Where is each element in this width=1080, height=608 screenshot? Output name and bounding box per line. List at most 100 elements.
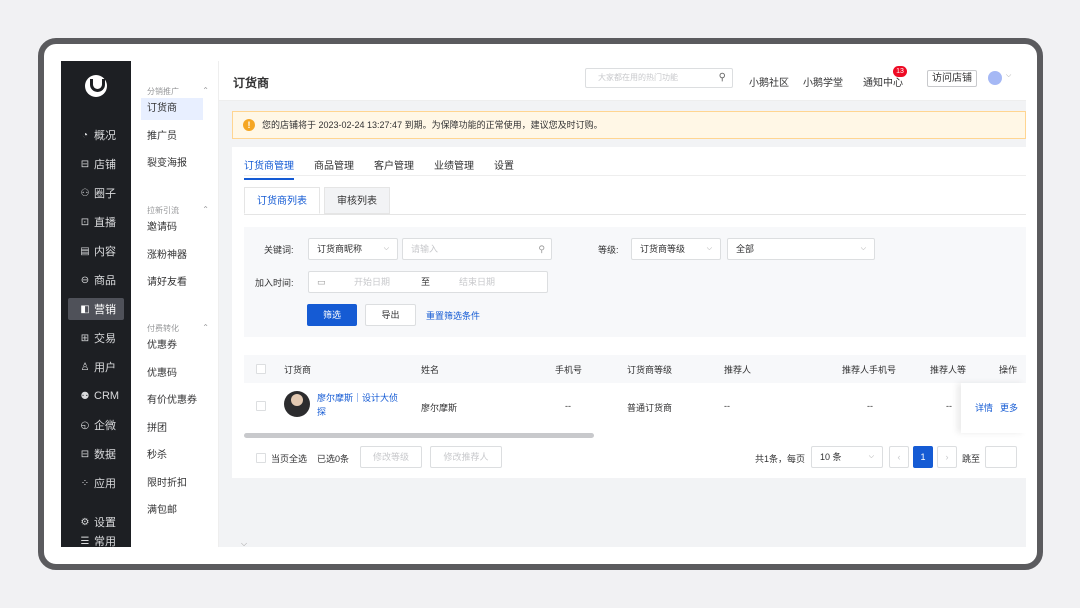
subnav-item[interactable]: 优惠券 [141, 335, 203, 357]
total-count: 共1条，每页 [755, 454, 806, 464]
subnav-item[interactable]: 邀请码 [141, 217, 203, 239]
nav-icon: ⚉ [80, 390, 90, 402]
col-level: 订货商等级 [627, 365, 673, 375]
nav-item-6[interactable]: ◧ 营销 [68, 298, 124, 320]
details-link[interactable]: 详情 [975, 401, 993, 414]
tab-settings[interactable]: 设置 [494, 157, 514, 180]
nav-item-1[interactable]: ⊟ 店铺 [68, 153, 124, 175]
nav-icon: ◵ [80, 419, 90, 431]
cell-referrer: -- [724, 401, 730, 411]
visit-store-button[interactable]: 访问店铺 [927, 70, 977, 87]
page-1-button[interactable]: 1 [913, 446, 933, 468]
app-screen: ◔ 概况 ⊟ 店铺 ⚇ 圈子 ⊡ 直播 ▤ 内容 ⊖ 商品 ◧ 营销 ⊞ 交易 ♙ 用户 ⚉ CRM ◵ 企微 ⊟ 数据 ⁘ 应用… [61, 61, 1026, 547]
chevron-up-icon: ⌃ [202, 205, 209, 214]
subnav-item[interactable]: 裂变海报 [141, 153, 203, 175]
subnav-group-label: 分销推广 [147, 87, 179, 96]
col-phone: 手机号 [555, 365, 583, 375]
nav-label: 企微 [94, 420, 116, 432]
nav-icon: ⊟ [80, 158, 90, 170]
subnav-item[interactable]: 请好友看 [141, 272, 203, 294]
join-time-label: 加入时间: [255, 278, 294, 288]
subnav-item[interactable]: 秒杀 [141, 445, 203, 467]
chevron-up-icon: ⌃ [202, 323, 209, 332]
start-date-placeholder: 开始日期 [354, 277, 391, 287]
page-select-all-checkbox[interactable] [256, 453, 266, 463]
search-icon[interactable]: ⚲ [719, 69, 726, 87]
nav-item-2[interactable]: ⚇ 圈子 [68, 182, 124, 204]
export-button[interactable]: 导出 [365, 304, 416, 326]
row-checkbox[interactable] [256, 401, 266, 411]
nav-label: CRM [94, 390, 120, 402]
nav-icon: ☰ [80, 535, 90, 547]
warning-icon: ! [243, 119, 255, 131]
distributor-name-link[interactable]: 廖尔摩斯｜设计大侦 探 [317, 391, 398, 419]
nav-item-5[interactable]: ⊖ 商品 [68, 269, 124, 291]
nav-item-3[interactable]: ⊡ 直播 [68, 211, 124, 233]
filter-panel: 关键词: 订货商昵称 ⌵ 请输入 ⚲ 等级: 订货商等级 ⌵ 全部 ⌵ 加入时间: ▭ … [244, 227, 1026, 337]
cell-referrer-phone: -- [867, 401, 873, 411]
subnav-item[interactable]: 推广员 [141, 126, 203, 148]
tab-review-list[interactable]: 审核列表 [324, 187, 390, 214]
table-footer: 当页全选 已选0条 修改等级 修改推荐人 共1条，每页 10 条 ⌵ ‹ 1 › … [244, 443, 1026, 473]
tab-performance-management[interactable]: 业绩管理 [434, 157, 474, 180]
subnav-group-0[interactable]: 分销推广 ⌃ [147, 86, 209, 97]
search-input[interactable]: 大家都在用的热门功能 ⚲ [585, 68, 733, 88]
nav-item-14[interactable]: ☰ 常用 [68, 530, 124, 548]
nav-label: 用户 [94, 362, 116, 374]
nav-item-11[interactable]: ⊟ 数据 [68, 443, 124, 465]
nav-item-12[interactable]: ⁘ 应用 [68, 472, 124, 494]
filter-button[interactable]: 筛选 [307, 304, 357, 326]
tab-distributor-management[interactable]: 订货商管理 [244, 157, 294, 180]
avatar[interactable] [988, 71, 1002, 85]
reset-filters-link[interactable]: 重置筛选条件 [426, 309, 480, 322]
jump-page-input[interactable] [985, 446, 1017, 468]
chevron-down-icon[interactable]: ⌵ [1006, 72, 1011, 80]
keyword-input[interactable]: 请输入 ⚲ [402, 238, 552, 260]
tab-product-management[interactable]: 商品管理 [314, 157, 354, 180]
subnav-group-1[interactable]: 拉新引流 ⌃ [147, 205, 209, 216]
keyword-type-value: 订货商昵称 [317, 244, 363, 254]
subnav-item[interactable]: 涨粉神器 [141, 245, 203, 267]
search-icon[interactable]: ⚲ [538, 239, 545, 259]
subnav-item[interactable]: 限时折扣 [141, 473, 203, 495]
chevron-down-icon[interactable]: ⌵ [241, 539, 247, 547]
select-all-checkbox[interactable] [256, 364, 266, 374]
subnav-item[interactable]: 有价优惠券 [141, 390, 203, 412]
prev-page-button[interactable]: ‹ [889, 446, 909, 468]
date-range-picker[interactable]: ▭ 开始日期 至 结束日期 [308, 271, 548, 293]
horizontal-scrollbar[interactable] [244, 433, 594, 438]
cell-referrer-level: -- [946, 401, 952, 411]
subnav-group-label: 付费转化 [147, 324, 179, 333]
nav-item-0[interactable]: ◔ 概况 [68, 124, 124, 146]
nav-item-7[interactable]: ⊞ 交易 [68, 327, 124, 349]
community-link[interactable]: 小鹅社区 [749, 74, 789, 89]
subnav-item[interactable]: 订货商 [141, 98, 203, 120]
tab-customer-management[interactable]: 客户管理 [374, 157, 414, 180]
nav-label: 设置 [94, 517, 116, 529]
modify-referrer-button[interactable]: 修改推荐人 [430, 446, 502, 468]
modify-level-button[interactable]: 修改等级 [360, 446, 422, 468]
nav-label: 内容 [94, 246, 116, 258]
next-page-button[interactable]: › [937, 446, 957, 468]
nav-item-4[interactable]: ▤ 内容 [68, 240, 124, 262]
subnav-item[interactable]: 优惠码 [141, 363, 203, 385]
keyword-type-select[interactable]: 订货商昵称 ⌵ [308, 238, 398, 260]
more-link[interactable]: 更多 [1000, 401, 1018, 414]
subnav-group-label: 拉新引流 [147, 206, 179, 215]
main-tabs: 订货商管理 商品管理 客户管理 业绩管理 设置 [244, 157, 534, 180]
academy-link[interactable]: 小鹅学堂 [803, 74, 843, 89]
nav-icon: ◔ [81, 129, 89, 141]
nav-item-9[interactable]: ⚉ CRM [68, 385, 124, 407]
table-row: 廖尔摩斯｜设计大侦 探 廖尔摩斯 -- 普通订货商 -- -- -- 详情 更多 [244, 383, 1026, 433]
subnav-group-2[interactable]: 付费转化 ⌃ [147, 323, 209, 334]
cell-real-name: 廖尔摩斯 [421, 403, 458, 413]
subnav-item[interactable]: 满包邮 [141, 500, 203, 522]
page-size-select[interactable]: 10 条 ⌵ [811, 446, 883, 468]
tab-distributor-list[interactable]: 订货商列表 [244, 187, 320, 214]
nav-item-8[interactable]: ♙ 用户 [68, 356, 124, 378]
level-type-select[interactable]: 订货商等级 ⌵ [631, 238, 721, 260]
subnav-item[interactable]: 拼团 [141, 418, 203, 440]
nav-item-10[interactable]: ◵ 企微 [68, 414, 124, 436]
level-value-select[interactable]: 全部 ⌵ [727, 238, 875, 260]
brand-logo[interactable] [85, 75, 107, 97]
